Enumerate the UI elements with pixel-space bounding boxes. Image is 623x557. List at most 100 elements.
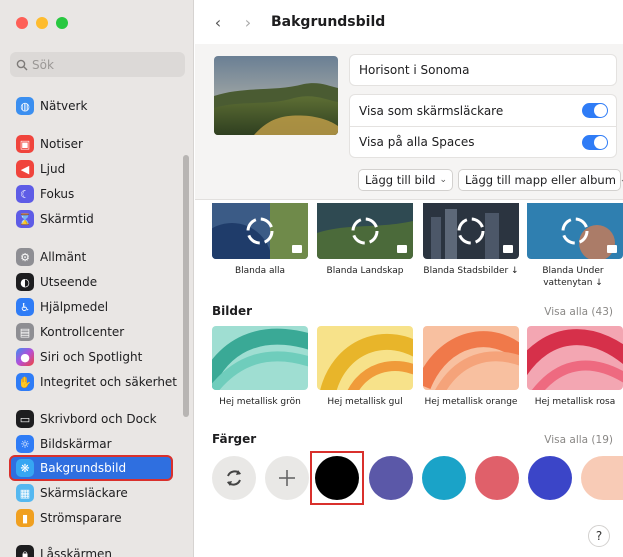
flower-icon: ❋: [16, 459, 34, 477]
screensaver-icon: ▦: [16, 484, 34, 502]
shuffle-cityscape-caption: Blanda Stadsbilder ↓: [423, 266, 519, 276]
shuffle-colors-button[interactable]: [212, 456, 256, 500]
sidebar-item-label: Allmänt: [40, 250, 87, 264]
add-color-button[interactable]: [265, 456, 309, 500]
screensaver-row: Visa som skärmsläckare: [349, 94, 617, 126]
sidebar-item-privacy-security[interactable]: ✋ Integritet och säkerhet: [10, 370, 177, 394]
color-swatch-black[interactable]: [315, 456, 359, 500]
sidebar-item-label: Siri och Spotlight: [40, 350, 143, 364]
sidebar-item-focus[interactable]: ☾ Fokus: [10, 182, 172, 206]
sidebar-item-label: Hjälpmedel: [40, 300, 109, 314]
metallic-pink-thumbnail[interactable]: [527, 326, 623, 390]
screensaver-toggle[interactable]: [582, 103, 608, 118]
sidebar-item-label: Bakgrundsbild: [40, 461, 127, 475]
shuffle-landscape-thumbnail[interactable]: [317, 203, 413, 259]
metallic-green-thumbnail[interactable]: [212, 326, 308, 390]
forward-chevron-icon[interactable]: ›: [237, 11, 259, 33]
globe-icon: ◍: [16, 97, 34, 115]
sidebar-item-label: Skärmsläckare: [40, 486, 128, 500]
spaces-label: Visa på alla Spaces: [359, 135, 475, 149]
sidebar-item-general[interactable]: ⚙ Allmänt: [10, 245, 172, 269]
toolbar: ‹ › Bakgrundsbild: [195, 0, 623, 44]
color-swatch-purple[interactable]: [369, 456, 413, 500]
minimize-window-button[interactable]: [36, 17, 48, 29]
pictures-section-title: Bilder: [212, 304, 253, 318]
sidebar-item-control-center[interactable]: ▤ Kontrollcenter: [10, 320, 172, 344]
help-button[interactable]: ?: [588, 525, 610, 547]
appearance-icon: ◐: [16, 273, 34, 291]
control-center-icon: ▤: [16, 323, 34, 341]
search-input[interactable]: [32, 57, 182, 72]
chevron-down-icon: ⌄: [439, 175, 447, 185]
hourglass-icon: ⌛: [16, 210, 34, 228]
sidebar-item-label: Strömsparare: [40, 511, 122, 525]
sidebar-scrollbar[interactable]: [183, 155, 189, 417]
lock-icon: 🔒︎: [16, 545, 34, 557]
sidebar-item-label: Bildskärmar: [40, 437, 112, 451]
shuffle-all-thumbnail[interactable]: [212, 203, 308, 259]
sidebar-item-notifications[interactable]: ▣ Notiser: [10, 132, 172, 156]
color-swatch-blue[interactable]: [528, 456, 572, 500]
sidebar-item-siri-spotlight[interactable]: ● Siri och Spotlight: [10, 345, 172, 369]
shuffle-underwater-caption: Blanda Under vattenytan ↓: [542, 266, 604, 288]
sidebar-item-displays[interactable]: ☼ Bildskärmar: [10, 432, 172, 456]
window-controls: [16, 17, 68, 29]
sidebar-item-label: Ljud: [40, 162, 66, 176]
sidebar-item-label: Skrivbord och Dock: [40, 412, 157, 426]
color-swatch-teal[interactable]: [422, 456, 466, 500]
metallic-pink-caption: Hej metallisk rosa: [534, 397, 616, 407]
close-window-button[interactable]: [16, 17, 28, 29]
metallic-yellow-thumbnail[interactable]: [317, 326, 413, 390]
zoom-window-button[interactable]: [56, 17, 68, 29]
refresh-icon: [227, 470, 241, 486]
wallpaper-name: Horisont i Sonoma: [359, 63, 470, 77]
metallic-orange-thumbnail[interactable]: [423, 326, 519, 390]
wallpaper-name-row: Horisont i Sonoma: [349, 54, 617, 86]
sidebar-item-label: Låsskärmen: [40, 547, 113, 557]
add-folder-button[interactable]: Lägg till mapp eller album ⌄: [458, 169, 623, 191]
wallpaper-gallery: Blanda alla Blanda Landskap Blanda Stads…: [195, 200, 623, 557]
sidebar-item-label: Integritet och säkerhet: [40, 375, 178, 389]
spaces-row: Visa på alla Spaces: [349, 126, 617, 158]
sun-icon: ☼: [16, 435, 34, 453]
screensaver-label: Visa som skärmsläckare: [359, 103, 504, 118]
sidebar: ◍ Nätverk ▣ Notiser ◀ Ljud ☾ Fokus ⌛ Skä…: [0, 0, 194, 557]
search-icon: [16, 59, 28, 70]
sidebar-item-lock-screen[interactable]: 🔒︎ Låsskärmen: [10, 542, 172, 557]
sidebar-item-energy-saver[interactable]: ▮ Strömsparare: [10, 506, 172, 530]
color-swatch-peach[interactable]: [581, 456, 623, 500]
sidebar-item-label: Utseende: [40, 275, 98, 289]
add-folder-label: Lägg till mapp eller album: [465, 173, 616, 187]
search-field[interactable]: [10, 52, 185, 77]
sidebar-item-accessibility[interactable]: ♿ Hjälpmedel: [10, 295, 172, 319]
shuffle-underwater-thumbnail[interactable]: [527, 203, 623, 259]
shuffle-all-caption: Blanda alla: [234, 266, 285, 276]
color-swatch-coral[interactable]: [475, 456, 519, 500]
sidebar-item-label: Fokus: [40, 187, 75, 201]
current-wallpaper-panel: Horisont i Sonoma Visa som skärmsläckare…: [195, 44, 623, 200]
shuffle-cityscape-thumbnail[interactable]: [423, 203, 519, 259]
back-chevron-icon[interactable]: ‹: [207, 11, 229, 33]
sidebar-item-label: Kontrollcenter: [40, 325, 125, 339]
page-title: Bakgrundsbild: [271, 14, 386, 30]
battery-icon: ▮: [16, 509, 34, 527]
add-picture-label: Lägg till bild: [365, 173, 436, 187]
sidebar-item-label: Nätverk: [40, 99, 88, 113]
wallpaper-preview: [214, 56, 338, 135]
sidebar-item-screensaver[interactable]: ▦ Skärmsläckare: [10, 481, 172, 505]
siri-icon: ●: [16, 348, 34, 366]
sidebar-item-appearance[interactable]: ◐ Utseende: [10, 270, 172, 294]
sidebar-item-wallpaper[interactable]: ❋ Bakgrundsbild: [9, 455, 173, 481]
dock-icon: ▭: [16, 410, 34, 428]
sidebar-item-screen-time[interactable]: ⌛ Skärmtid: [10, 207, 172, 231]
colors-show-all-link[interactable]: Visa alla (19): [544, 434, 613, 446]
spaces-toggle[interactable]: [582, 135, 608, 150]
colors-section-title: Färger: [212, 432, 257, 446]
metallic-yellow-caption: Hej metallisk gul: [327, 397, 403, 407]
add-picture-button[interactable]: Lägg till bild ⌄: [358, 169, 453, 191]
sidebar-item-desktop-dock[interactable]: ▭ Skrivbord och Dock: [10, 407, 172, 431]
sidebar-item-sound[interactable]: ◀ Ljud: [10, 157, 172, 181]
pictures-show-all-link[interactable]: Visa alla (43): [544, 306, 613, 318]
plus-icon: [279, 470, 295, 486]
sidebar-item-network[interactable]: ◍ Nätverk: [10, 94, 172, 118]
